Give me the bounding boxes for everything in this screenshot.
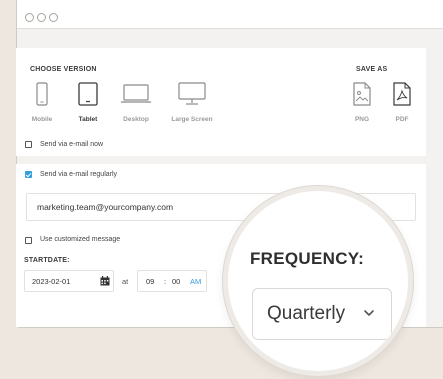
frequency-select[interactable]: Quarterly <box>252 288 392 340</box>
window-control-close[interactable] <box>25 13 34 22</box>
version-option-desktop[interactable]: Desktop <box>106 78 166 133</box>
calendar-icon[interactable] <box>100 276 110 286</box>
send-now-row: Send via e-mail now <box>16 134 426 156</box>
start-time-field[interactable]: 09 : 00 AM <box>137 270 207 292</box>
save-label-pdf: PDF <box>395 116 409 123</box>
start-date-field[interactable]: 2023-02-01 <box>24 270 114 292</box>
desktop-icon <box>121 84 151 103</box>
png-file-icon <box>353 82 371 106</box>
large-screen-icon <box>178 82 206 105</box>
custom-message-label: Use customized message <box>40 236 121 243</box>
send-now-checkbox[interactable] <box>25 141 32 148</box>
send-now-label: Send via e-mail now <box>40 141 104 148</box>
window-control-minimize[interactable] <box>37 13 46 22</box>
time-minute[interactable]: 00 <box>172 277 180 286</box>
window-control-maximize[interactable] <box>49 13 58 22</box>
save-as-title: SAVE AS <box>356 66 388 73</box>
start-date-value: 2023-02-01 <box>32 277 71 286</box>
frequency-value: Quarterly <box>267 303 346 324</box>
version-label-large-screen: Large Screen <box>171 116 213 123</box>
tablet-icon <box>78 82 98 106</box>
time-hour[interactable]: 09 <box>146 277 154 286</box>
version-option-large-screen[interactable]: Large Screen <box>162 78 222 133</box>
choose-version-title: CHOOSE VERSION <box>30 66 97 73</box>
time-ampm-toggle[interactable]: AM <box>190 277 201 286</box>
export-options-panel: CHOOSE VERSION SAVE AS Mobile Tablet Des… <box>16 48 426 138</box>
at-label: at <box>122 277 129 286</box>
title-bar <box>17 0 443 29</box>
custom-message-checkbox[interactable] <box>25 237 32 244</box>
start-date-label: STARTDATE: <box>24 257 70 264</box>
chevron-down-icon <box>364 310 374 316</box>
frequency-label: FREQUENCY: <box>250 249 365 268</box>
send-regularly-label: Send via e-mail regularly <box>40 171 118 178</box>
version-label-desktop: Desktop <box>123 116 149 123</box>
frequency-magnifier: FREQUENCY: Quarterly <box>223 186 413 376</box>
time-separator: : <box>164 277 167 286</box>
pdf-file-icon <box>393 82 411 106</box>
mobile-icon <box>36 82 48 106</box>
send-regularly-checkbox[interactable] <box>25 171 32 178</box>
save-option-pdf[interactable]: PDF <box>372 78 432 133</box>
